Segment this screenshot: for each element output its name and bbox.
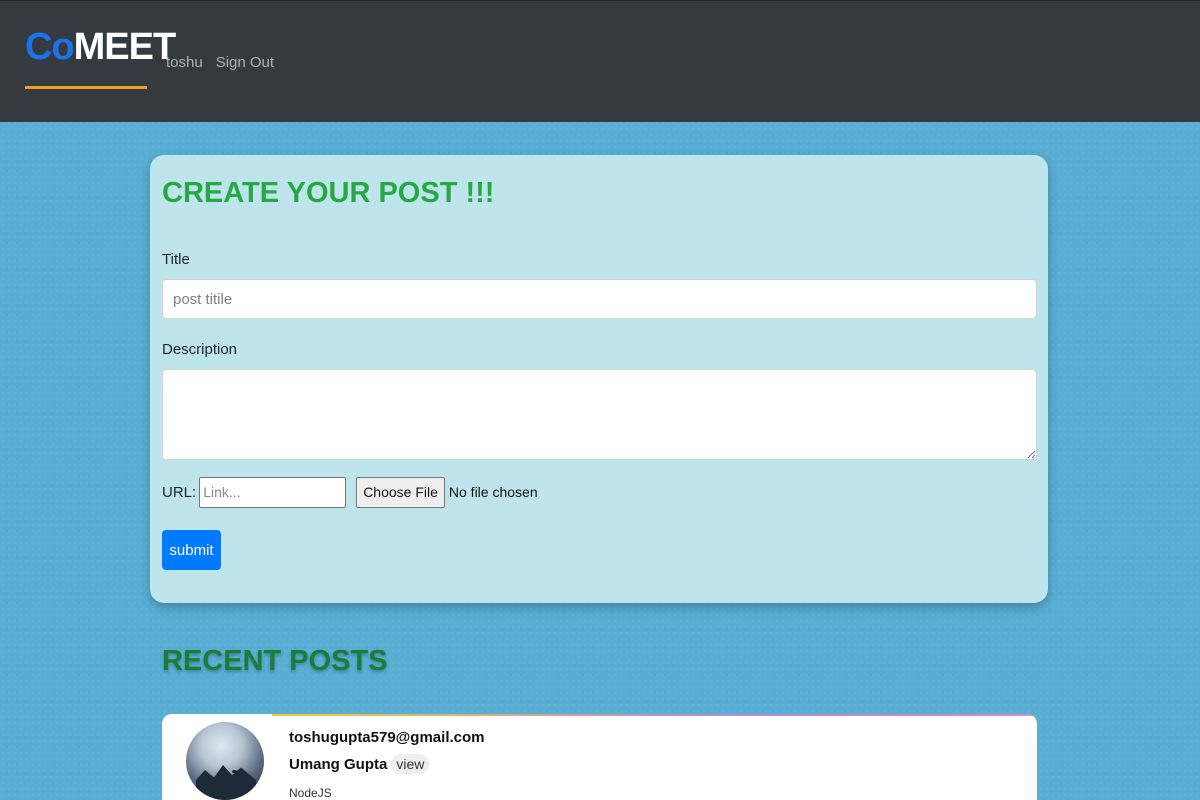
brand-underline <box>25 86 147 89</box>
nav-link-username[interactable]: toshu <box>166 54 203 71</box>
brand-logo[interactable]: CoMEET <box>25 25 177 69</box>
submit-button[interactable]: submit <box>162 530 221 570</box>
create-post-heading: CREATE YOUR POST !!! <box>162 177 495 209</box>
description-textarea[interactable] <box>162 369 1037 460</box>
url-row: URL: Choose File No file chosen <box>162 476 538 508</box>
avatar-photo-bird <box>232 770 237 773</box>
title-label: Title <box>162 251 190 268</box>
url-label: URL: <box>162 483 197 501</box>
post-author-row: Umang Gupta view <box>289 754 430 774</box>
recent-posts-heading: RECENT POSTS <box>162 645 388 677</box>
view-profile-button[interactable]: view <box>391 754 430 774</box>
url-input[interactable] <box>199 476 347 508</box>
navbar: CoMEET toshu Sign Out <box>0 0 1200 122</box>
nav-links: toshu Sign Out <box>166 54 274 71</box>
post-author-email: toshugupta579@gmail.com <box>289 729 485 746</box>
post-card-accent-line <box>272 714 1037 716</box>
create-post-card: CREATE YOUR POST !!! Title Description U… <box>150 155 1048 603</box>
nav-link-sign-out[interactable]: Sign Out <box>216 54 274 71</box>
brand-meet: MEET <box>73 26 177 68</box>
avatar[interactable] <box>186 722 264 800</box>
file-status-text: No file chosen <box>448 484 538 500</box>
choose-file-button[interactable]: Choose File <box>356 476 445 508</box>
brand-co: Co <box>25 26 75 68</box>
avatar-photo-trees <box>196 765 256 800</box>
title-input[interactable] <box>162 279 1037 319</box>
post-tag: NodeJS <box>289 786 332 800</box>
description-label: Description <box>162 341 238 358</box>
post-card: toshugupta579@gmail.com Umang Gupta view… <box>162 714 1037 800</box>
post-author-name: Umang Gupta <box>289 755 388 773</box>
